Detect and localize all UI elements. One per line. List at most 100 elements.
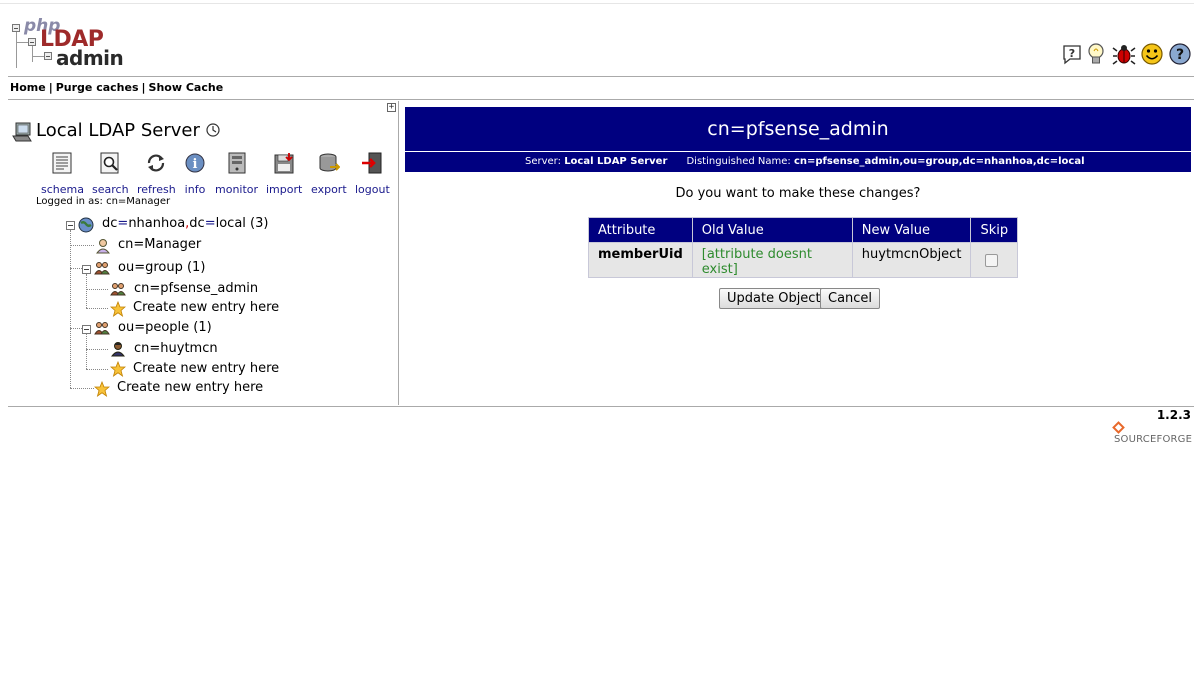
question-icon[interactable]: ? [1168,42,1192,66]
star-icon [110,301,126,317]
menu-separator: | [141,81,146,94]
table-row: memberUid [attribute doesnt exist] huytm… [588,242,1019,278]
root-dn-part: local [215,216,246,231]
tree-item-pfsense-admin[interactable]: cn=pfsense_admin [134,281,258,296]
menu-separator: | [48,81,53,94]
logo-tree-box-icon [28,38,36,46]
tool-monitor[interactable]: monitor [215,152,258,196]
menu-home-link[interactable]: Home [10,81,46,94]
root-dn-part: nhanhoa [128,216,186,231]
tool-info[interactable]: i info [184,152,206,196]
version-label: 1.2.3 [1156,408,1191,422]
phpldapadmin-logo[interactable]: php LDAP admin [10,16,124,70]
server-icon [12,122,32,142]
root-dn-part: dc [102,216,118,231]
search-icon [100,152,119,174]
export-icon [319,153,341,172]
svg-text:i: i [193,157,198,172]
tool-info-label: info [184,183,206,196]
server-value: Local LDAP Server [564,156,668,167]
tool-import-label: import [266,183,303,196]
user-icon [95,239,111,254]
tree-create-entry-people[interactable]: Create new entry here [133,361,279,376]
tool-logout[interactable]: logout [355,152,390,196]
entry-subtitle: Server: Local LDAP Server Distinguished … [405,151,1191,172]
server-label: Server: [525,156,561,167]
cell-skip [970,242,1019,278]
skip-checkbox[interactable] [985,254,999,267]
cancel-button[interactable]: Cancel [820,288,881,309]
tool-refresh[interactable]: refresh [137,152,176,196]
sourceforge-logo[interactable]: SOURCEFORGE [1112,421,1194,445]
bug-icon[interactable] [1112,42,1136,66]
tool-export[interactable]: export [311,152,347,196]
dn-label: Distinguished Name: [686,156,791,167]
tree-item-people[interactable]: ou=people (1) [118,320,212,335]
logo-admin-text: admin [56,46,124,70]
tool-logout-label: logout [355,183,390,196]
smiley-icon[interactable] [1140,42,1164,66]
star-icon [94,381,110,397]
tree-item-group[interactable]: ou=group (1) [118,260,205,275]
left-tree-panel [8,101,399,405]
column-header-old-value: Old Value [691,217,853,243]
menu-show-cache-link[interactable]: Show Cache [149,81,224,94]
root-child-count: (3) [250,216,269,231]
tool-schema[interactable]: schema [41,152,84,196]
tool-refresh-label: refresh [137,183,176,196]
column-header-attribute: Attribute [588,217,693,243]
footer-divider [8,406,1194,407]
cell-new-value: huytmcnObject [851,242,972,278]
tree-item-huytmcn[interactable]: cn=huytmcn [134,341,218,356]
confirm-question: Do you want to make these changes? [675,186,921,201]
column-header-skip: Skip [970,217,1019,243]
tree-item-manager[interactable]: cn=Manager [118,237,201,252]
tree-collapse-root[interactable] [66,221,75,230]
expand-panel-button[interactable]: + [387,103,396,112]
update-object-button[interactable]: Update Object [719,288,829,309]
logged-in-as: Logged in as: cn=Manager [36,196,171,207]
refresh-icon [148,154,165,172]
dn-value: cn=pfsense_admin,ou=group,dc=nhanhoa,dc=… [793,156,1085,167]
menu-purge-caches-link[interactable]: Purge caches [56,81,139,94]
sourceforge-icon [1112,421,1125,434]
logo-tree-box-icon [44,52,52,60]
cell-attribute: memberUid [588,242,693,278]
lightbulb-icon[interactable] [1084,42,1108,66]
info-icon: i [185,153,205,173]
star-icon [110,361,126,377]
tool-search[interactable]: search [92,152,129,196]
tree-collapse-group[interactable] [82,265,91,274]
server-name[interactable]: Local LDAP Server [36,120,200,141]
tool-monitor-label: monitor [215,183,259,196]
monitor-icon [228,152,246,174]
menu-bar: Home | Purge caches | Show Cache [8,76,1194,100]
globe-icon [78,217,94,233]
person-icon [110,342,126,357]
top-divider [0,3,1194,4]
svg-text:?: ? [1176,47,1184,63]
group-icon [94,262,110,275]
tool-export-label: export [311,183,347,196]
column-header-new-value: New Value [851,217,972,243]
import-icon [274,153,294,174]
changes-table: Attribute Old Value New Value Skip membe… [588,217,1019,278]
tree-create-entry-root[interactable]: Create new entry here [117,380,263,395]
tree-collapse-people[interactable] [82,325,91,334]
cell-old-value: [attribute doesnt exist] [691,242,853,278]
tree-item-root[interactable]: dc=nhanhoa,dc=local (3) [102,216,268,231]
table-header-row: Attribute Old Value New Value Skip [588,217,1019,243]
entry-title: cn=pfsense_admin [405,107,1191,151]
group-icon [110,283,126,296]
svg-text:?: ? [1069,47,1075,60]
schema-icon [52,152,72,174]
tool-schema-label: schema [41,183,84,196]
root-dn-eq: = [204,216,216,231]
root-dn-part: dc [189,216,205,231]
tree-create-entry-group[interactable]: Create new entry here [133,300,279,315]
tool-search-label: search [92,183,129,196]
help-icon[interactable]: ? [1060,42,1084,66]
root-dn-eq: = [117,216,129,231]
clock-icon[interactable] [206,123,220,137]
tool-import[interactable]: import [266,152,302,196]
